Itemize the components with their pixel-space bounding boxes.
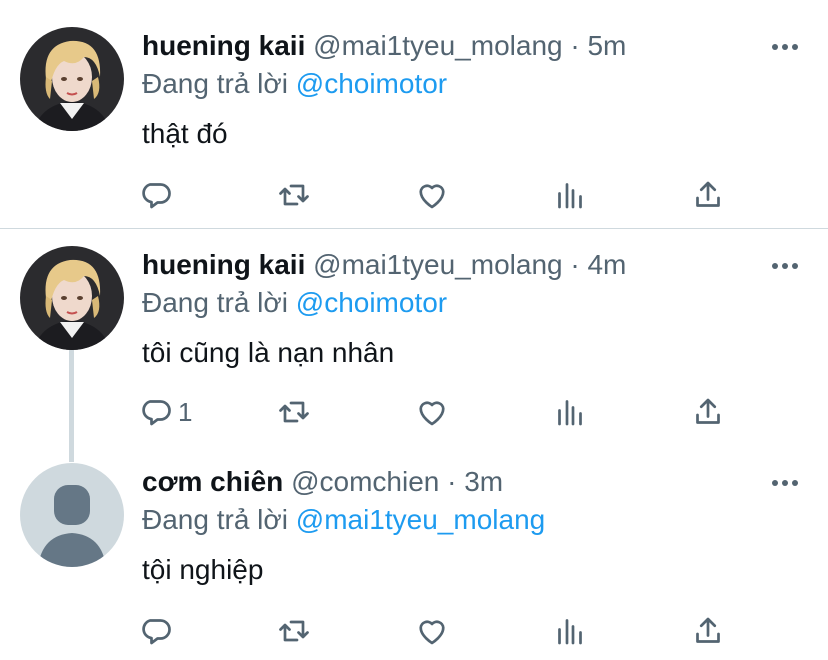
mention-link[interactable]: @choimotor bbox=[296, 287, 447, 318]
analytics-icon bbox=[558, 400, 582, 426]
tweet-text: thật đó bbox=[142, 118, 228, 149]
action-bar: 1 bbox=[138, 392, 738, 432]
action-bar bbox=[138, 175, 738, 215]
avatar[interactable] bbox=[20, 463, 124, 567]
retweet-button[interactable] bbox=[276, 175, 312, 215]
tweet[interactable]: huening kaii @mai1tyeu_molang · 4m Đang … bbox=[0, 229, 828, 457]
heart-icon bbox=[419, 401, 445, 426]
tweet[interactable]: cơm chiên @comchien · 3m Đang trả lời @m… bbox=[0, 458, 828, 660]
more-icon[interactable] bbox=[770, 32, 800, 62]
retweet-button[interactable] bbox=[276, 392, 312, 432]
views-button[interactable] bbox=[552, 392, 588, 432]
like-button[interactable] bbox=[414, 392, 450, 432]
reply-button[interactable] bbox=[138, 611, 178, 651]
retweet-icon bbox=[279, 401, 309, 423]
reply-count: 1 bbox=[178, 396, 193, 427]
reply-prefix: Đang trả lời bbox=[142, 504, 288, 535]
share-icon bbox=[696, 181, 720, 207]
timestamp[interactable]: 4m bbox=[587, 249, 626, 280]
heart-icon bbox=[419, 620, 445, 645]
reply-button[interactable] bbox=[138, 175, 178, 215]
replying-to: Đang trả lời @mai1tyeu_molang bbox=[142, 502, 545, 538]
retweet-button[interactable] bbox=[276, 611, 312, 651]
tweet-text: tôi cũng là nạn nhân bbox=[142, 337, 395, 368]
timestamp[interactable]: 3m bbox=[464, 466, 503, 497]
analytics-icon bbox=[558, 619, 582, 645]
separator-dot: · bbox=[570, 249, 580, 280]
user-handle[interactable]: @comchien bbox=[291, 466, 439, 497]
heart-icon bbox=[419, 184, 445, 209]
user-handle[interactable]: @mai1tyeu_molang bbox=[313, 249, 562, 280]
display-name[interactable]: huening kaii bbox=[142, 249, 305, 280]
share-button[interactable] bbox=[690, 175, 726, 215]
like-button[interactable] bbox=[414, 175, 450, 215]
reply-prefix: Đang trả lời bbox=[142, 68, 288, 99]
retweet-icon bbox=[279, 620, 309, 642]
tweet[interactable]: huening kaii @mai1tyeu_molang · 5m Đang … bbox=[0, 0, 828, 228]
like-button[interactable] bbox=[414, 611, 450, 651]
user-handle[interactable]: @mai1tyeu_molang bbox=[313, 30, 562, 61]
analytics-icon bbox=[558, 183, 582, 209]
tweet-text: tội nghiệp bbox=[142, 554, 264, 585]
views-button[interactable] bbox=[552, 611, 588, 651]
avatar[interactable] bbox=[20, 246, 124, 350]
tweet-header: huening kaii @mai1tyeu_molang · 5m bbox=[142, 28, 626, 64]
action-bar bbox=[138, 611, 738, 651]
reply-prefix: Đang trả lời bbox=[142, 287, 288, 318]
share-button[interactable] bbox=[690, 392, 726, 432]
tweet-header: huening kaii @mai1tyeu_molang · 4m bbox=[142, 247, 626, 283]
reply-icon bbox=[142, 183, 171, 209]
mention-link[interactable]: @choimotor bbox=[296, 68, 447, 99]
share-icon bbox=[696, 398, 720, 424]
display-name[interactable]: cơm chiên bbox=[142, 466, 283, 497]
timestamp[interactable]: 5m bbox=[587, 30, 626, 61]
more-icon[interactable] bbox=[770, 251, 800, 281]
replying-to: Đang trả lời @choimotor bbox=[142, 66, 447, 102]
replying-to: Đang trả lời @choimotor bbox=[142, 285, 447, 321]
reply-button[interactable]: 1 bbox=[138, 392, 192, 432]
retweet-icon bbox=[279, 184, 309, 206]
tweet-header: cơm chiên @comchien · 3m bbox=[142, 464, 503, 500]
reply-icon bbox=[142, 619, 171, 645]
reply-icon bbox=[142, 400, 171, 426]
mention-link[interactable]: @mai1tyeu_molang bbox=[296, 504, 545, 535]
avatar[interactable] bbox=[20, 27, 124, 131]
share-icon bbox=[696, 617, 720, 643]
separator-dot: · bbox=[570, 30, 580, 61]
display-name[interactable]: huening kaii bbox=[142, 30, 305, 61]
separator-dot: · bbox=[447, 466, 457, 497]
more-icon[interactable] bbox=[770, 468, 800, 498]
views-button[interactable] bbox=[552, 175, 588, 215]
share-button[interactable] bbox=[690, 611, 726, 651]
